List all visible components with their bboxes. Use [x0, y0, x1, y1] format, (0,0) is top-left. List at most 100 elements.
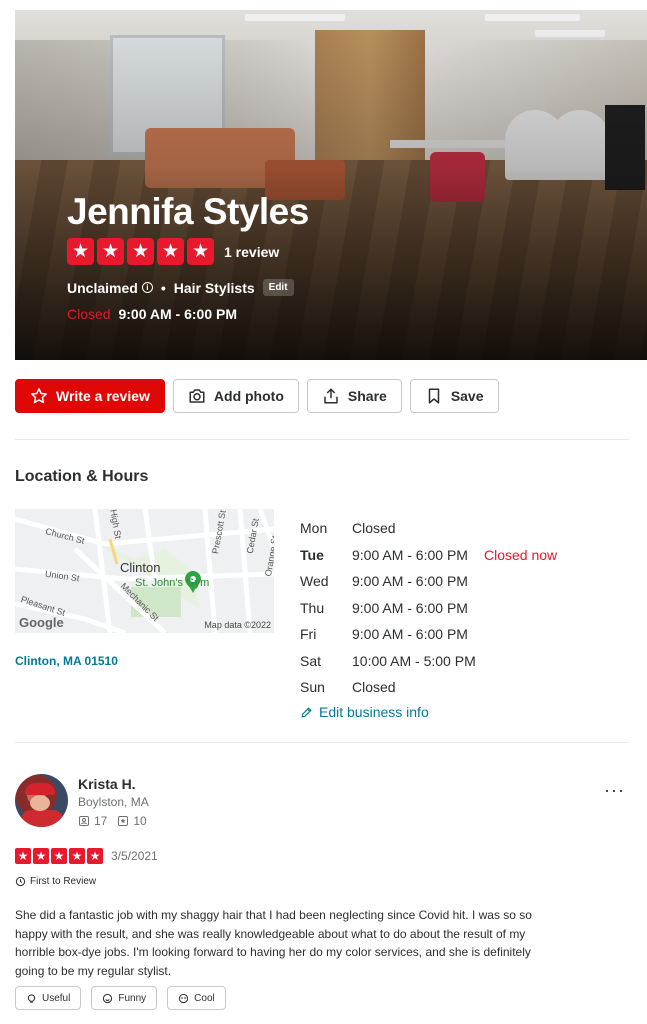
- hours-time: 9:00 AM - 6:00 PM: [352, 573, 468, 590]
- location-hours-title: Location & Hours: [15, 468, 149, 485]
- hours-day: Sun: [300, 679, 325, 696]
- open-status: Closed 9:00 AM - 6:00 PM: [67, 306, 309, 322]
- share-label: Share: [347, 388, 387, 404]
- reviewer-name[interactable]: Krista H.: [78, 776, 136, 792]
- separator-dot: •: [160, 279, 166, 296]
- edit-business-info-link[interactable]: Edit business info: [300, 704, 429, 720]
- sunglasses-icon: [179, 993, 189, 1003]
- hours-row: Sun Closed: [300, 674, 557, 701]
- star-rating: ★ ★ ★ ★ ★: [67, 238, 214, 265]
- map-copyright: Map data ©2022: [204, 620, 271, 630]
- review-reactions: Useful Funny Cool: [15, 986, 226, 1010]
- star-icon: ★: [69, 848, 85, 864]
- business-name: Jennifa Styles: [67, 191, 309, 232]
- hours-row: Thu 9:00 AM - 6:00 PM: [300, 595, 557, 622]
- cool-button[interactable]: Cool: [167, 986, 226, 1010]
- star-outline-icon: [31, 388, 47, 404]
- map[interactable]: Church St High St Union St Mechanic St P…: [15, 509, 274, 633]
- add-photo-button[interactable]: Add photo: [172, 379, 299, 413]
- funny-button[interactable]: Funny: [91, 986, 158, 1010]
- hours-time: 9:00 AM - 6:00 PM: [352, 546, 468, 563]
- hours-time: Closed: [352, 679, 396, 696]
- review-star-rating: ★ ★ ★ ★ ★: [15, 848, 103, 864]
- avatar-face: [30, 795, 50, 811]
- add-photo-label: Add photo: [213, 388, 284, 404]
- hours-time: Closed: [352, 520, 396, 537]
- review-count-value: 10: [133, 814, 147, 828]
- friends-icon: [79, 816, 89, 826]
- hours-row: Mon Closed: [300, 515, 557, 542]
- hours-row: Sat 10:00 AM - 5:00 PM: [300, 648, 557, 675]
- google-logo: Google: [19, 615, 64, 630]
- review-star-icon: [118, 816, 129, 826]
- star-icon: ★: [187, 238, 214, 265]
- more-options-button[interactable]: ···: [604, 780, 625, 801]
- avatar-cap: [25, 783, 55, 795]
- hours-row-today: Tue 9:00 AM - 6:00 PM Closed now: [300, 542, 557, 569]
- pencil-icon: [301, 707, 312, 717]
- hours-time: 9:00 AM - 6:00 PM: [352, 599, 468, 616]
- closed-now-label: Closed now: [484, 546, 558, 563]
- share-button[interactable]: Share: [306, 379, 402, 413]
- hours-day: Fri: [300, 626, 317, 643]
- hours-table: Mon Closed Tue 9:00 AM - 6:00 PM Closed …: [300, 515, 557, 701]
- hours-row: Fri 9:00 AM - 6:00 PM: [300, 621, 557, 648]
- info-icon[interactable]: i: [141, 282, 153, 293]
- star-icon: ★: [67, 238, 94, 265]
- map-town-label: Clinton: [120, 560, 161, 575]
- review-count-link[interactable]: 1 review: [224, 244, 279, 260]
- save-label: Save: [450, 388, 484, 404]
- action-bar: Write a review Add photo Share Save: [15, 379, 499, 413]
- hours-day: Mon: [300, 520, 328, 537]
- business-header: Jennifa Styles ★ ★ ★ ★ ★ 1 review Unclai…: [67, 190, 309, 322]
- star-icon: ★: [15, 848, 31, 864]
- first-to-review-badge: First to Review: [15, 876, 96, 887]
- hours-time: 10:00 AM - 5:00 PM: [352, 652, 476, 669]
- address-link[interactable]: Clinton, MA 01510: [15, 654, 118, 668]
- star-icon: ★: [157, 238, 184, 265]
- useful-label: Useful: [42, 992, 71, 1004]
- star-icon: ★: [33, 848, 49, 864]
- hours-day: Sat: [300, 652, 322, 669]
- hours-row: Wed 9:00 AM - 6:00 PM: [300, 568, 557, 595]
- funny-label: Funny: [118, 992, 147, 1004]
- reviewer-stats: 17 10: [78, 814, 147, 828]
- star-icon: ★: [51, 848, 67, 864]
- hours-day: Thu: [300, 599, 325, 616]
- camera-icon: [189, 389, 205, 403]
- write-review-label: Write a review: [56, 388, 150, 404]
- review-text: She did a fantastic job with my shaggy h…: [15, 908, 532, 978]
- closed-status: Closed: [67, 306, 111, 322]
- hours-day: Wed: [300, 573, 329, 590]
- today-hours: 9:00 AM - 6:00 PM: [118, 306, 237, 322]
- smile-icon: [103, 993, 113, 1003]
- hours-day: Tue: [300, 546, 324, 563]
- bookmark-icon: [428, 388, 440, 404]
- reviewer-avatar[interactable]: [15, 774, 68, 827]
- cool-label: Cool: [194, 992, 215, 1004]
- star-icon: ★: [97, 238, 124, 265]
- save-button[interactable]: Save: [409, 379, 499, 413]
- edit-business-info-label: Edit business info: [319, 704, 429, 720]
- edit-category-button[interactable]: Edit: [262, 279, 294, 296]
- friend-count: 17: [78, 814, 107, 828]
- star-icon: ★: [127, 238, 154, 265]
- star-icon: ★: [87, 848, 103, 864]
- review-count: 10: [117, 814, 147, 828]
- clock-icon: [15, 876, 26, 887]
- avatar-shirt: [21, 810, 63, 827]
- divider: [15, 742, 629, 743]
- lightbulb-icon: [27, 993, 36, 1003]
- write-review-button[interactable]: Write a review: [15, 379, 165, 413]
- review-date: 3/5/2021: [111, 849, 158, 863]
- friend-count-value: 17: [94, 814, 108, 828]
- useful-button[interactable]: Useful: [15, 986, 82, 1010]
- hours-time: 9:00 AM - 6:00 PM: [352, 626, 468, 643]
- reviewer-location: Boylston, MA: [78, 795, 149, 809]
- category-link[interactable]: Hair Stylists: [174, 280, 255, 296]
- first-to-review-label: First to Review: [30, 876, 97, 887]
- divider: [15, 439, 629, 440]
- share-icon: [324, 388, 338, 404]
- business-rating: ★ ★ ★ ★ ★ 1 review: [67, 238, 309, 265]
- claim-status: Unclaimed: [67, 279, 138, 296]
